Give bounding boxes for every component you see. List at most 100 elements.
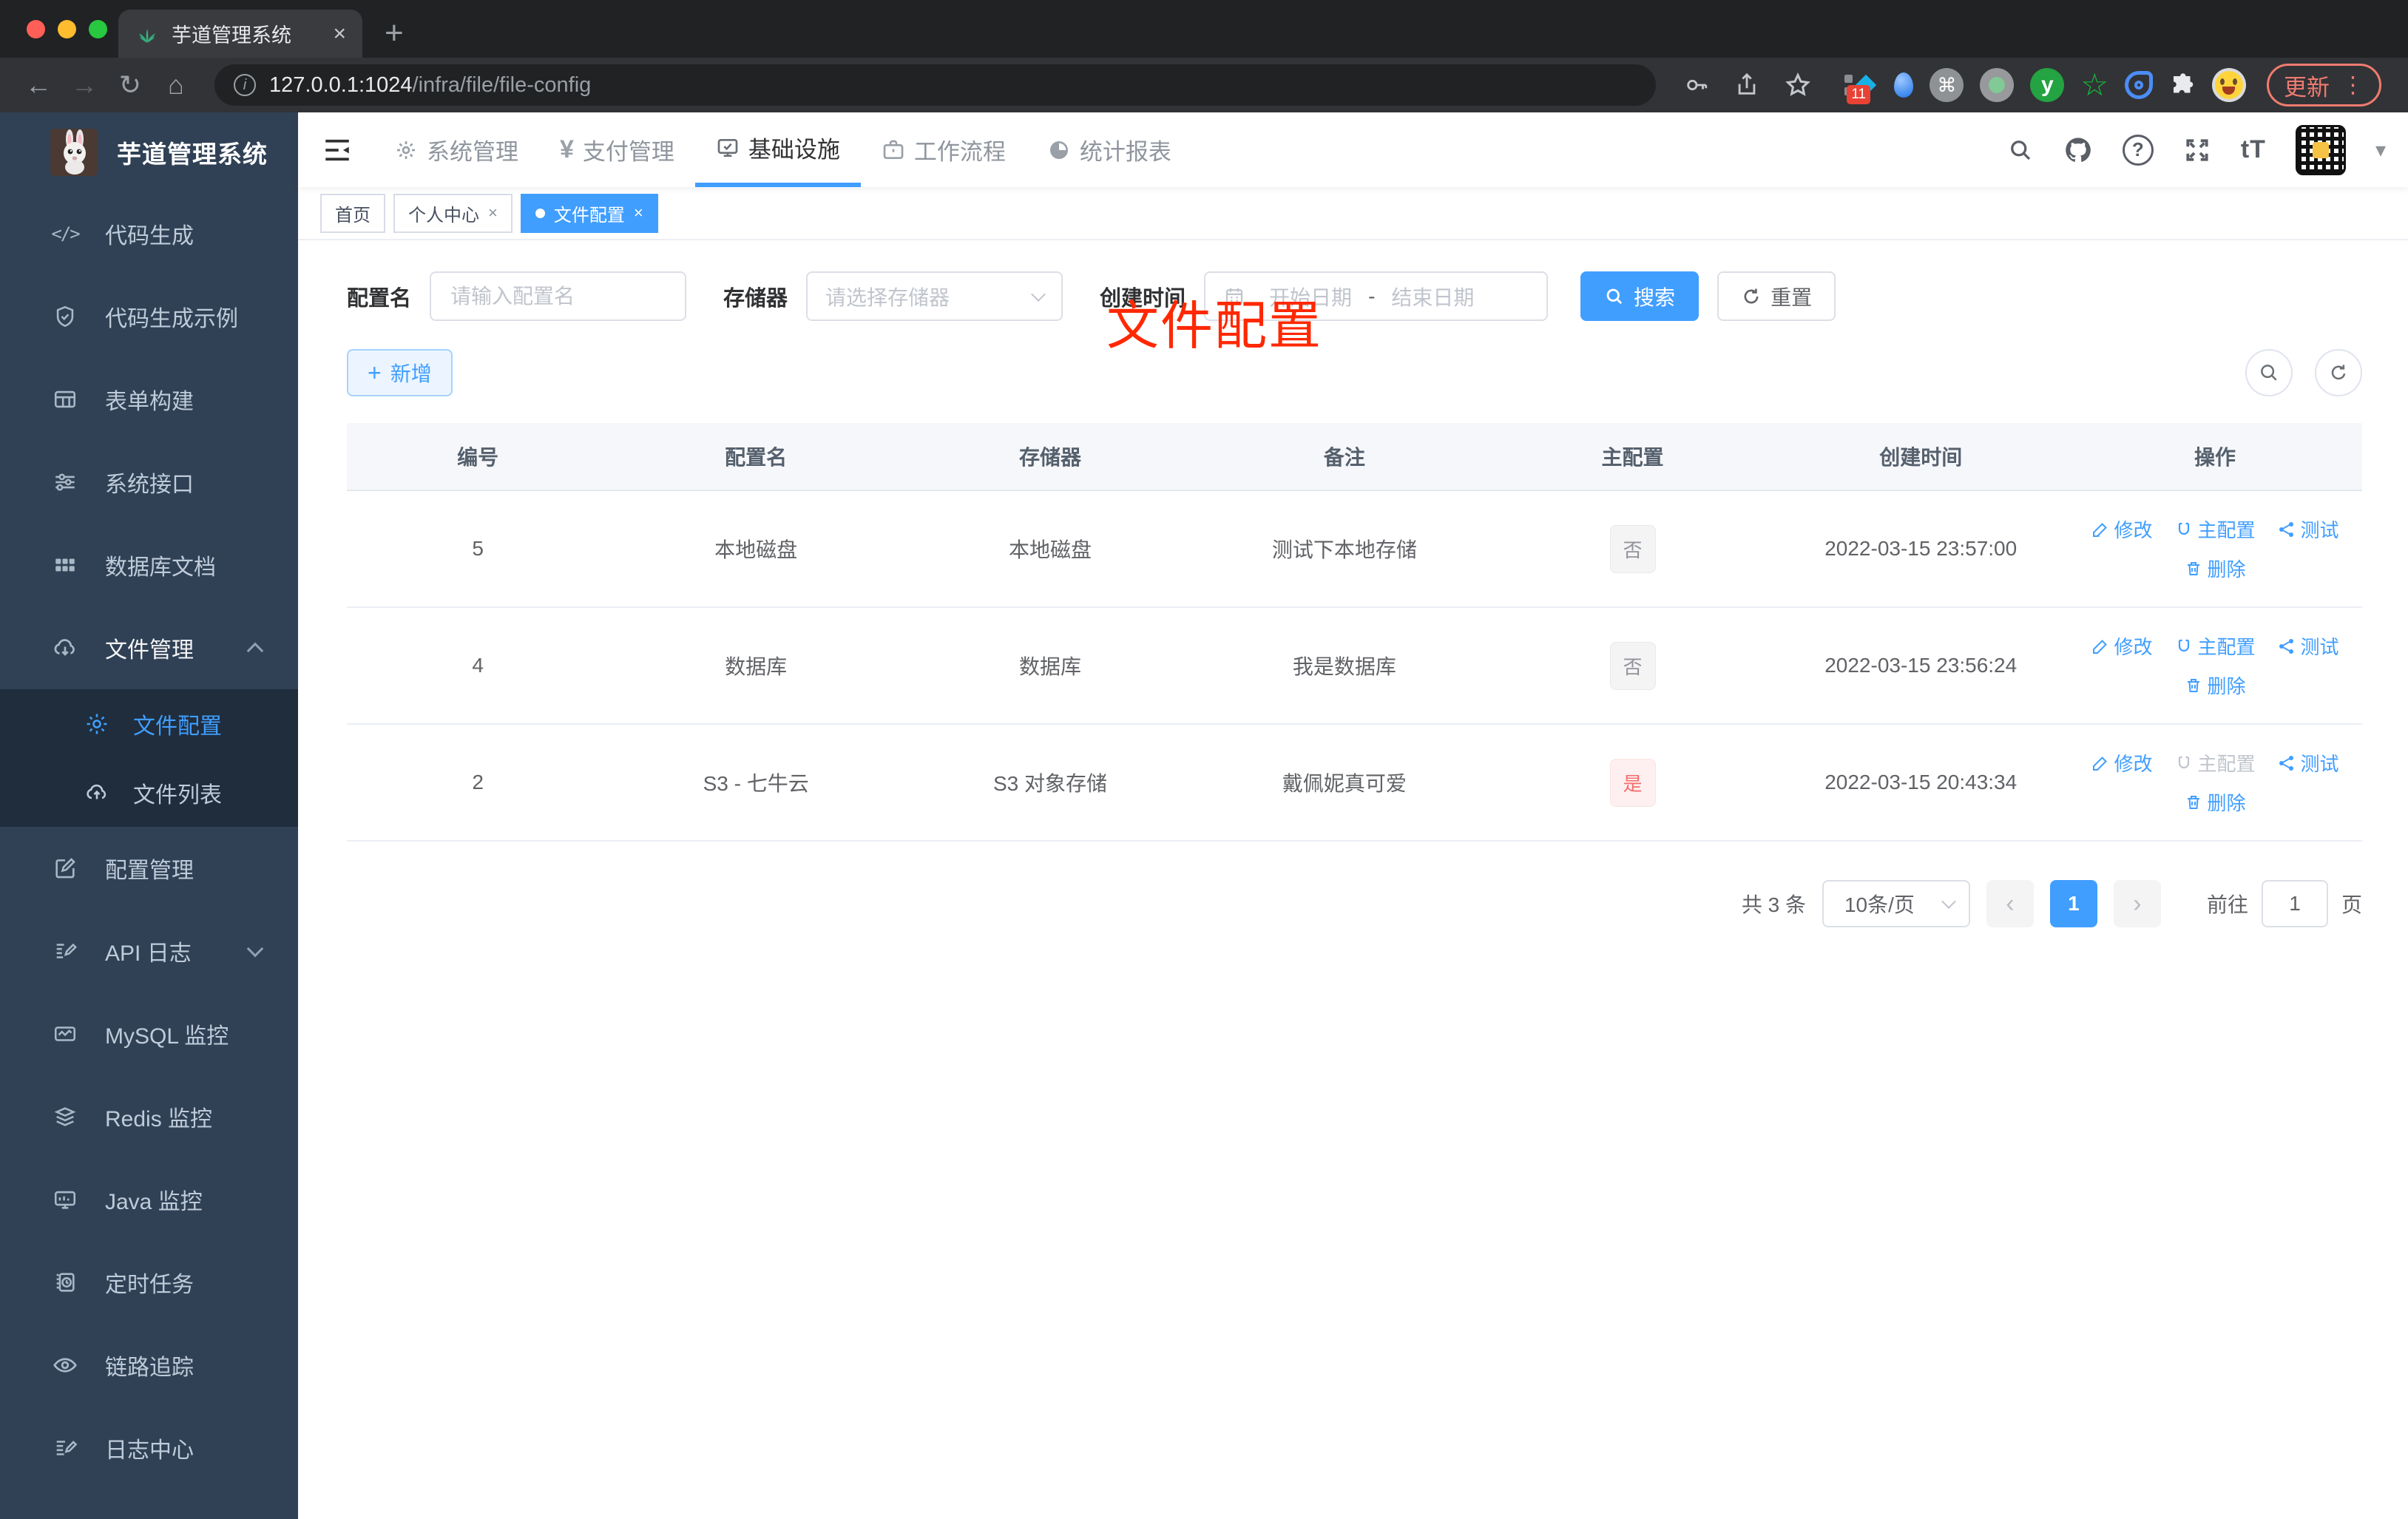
test-link[interactable]: 测试 [2278,749,2339,777]
edit-link[interactable]: 修改 [2091,632,2153,660]
sidebar-logo[interactable]: 芋道管理系统 [0,112,298,192]
site-info-icon[interactable]: i [234,74,256,96]
delete-link[interactable]: 删除 [2185,555,2246,582]
sidebar-item-file-config[interactable]: 文件配置 [0,689,298,758]
toggle-search-button[interactable] [2245,349,2293,396]
sidebar-item-code-gen[interactable]: </> 代码生成 [0,192,298,275]
browser-tab[interactable]: 芋道管理系统 × [118,10,362,58]
address-bar[interactable]: i 127.0.0.1:1024/infra/file/file-config [214,64,1657,106]
sidebar-item-code-demo[interactable]: 代码生成示例 [0,275,298,358]
back-icon[interactable]: ← [19,70,58,101]
delete-link[interactable]: 删除 [2185,788,2246,816]
time-filter-label: 创建时间 [1100,286,1186,311]
eye-extension-icon[interactable] [2125,71,2153,99]
macos-traffic-lights [27,19,107,38]
home-icon[interactable]: ⌂ [157,70,195,101]
fullscreen-icon[interactable] [2183,136,2211,164]
tab-close-icon[interactable]: × [333,21,346,47]
command-extension-icon[interactable]: ⌘ [1930,68,1964,102]
topnav-workflow[interactable]: 工作流程 [861,112,1027,187]
emoji-extension-icon[interactable] [2212,68,2246,102]
tag-home[interactable]: 首页 [320,193,385,233]
topnav-pay[interactable]: ¥ 支付管理 [539,112,695,187]
bookmark-star-icon[interactable] [1785,72,1811,98]
header-search-icon[interactable] [2007,137,2034,163]
chrome-update-button[interactable]: 更新 ⋮ [2267,64,2381,106]
date-range-picker[interactable]: 开始日期 - 结束日期 [1204,271,1549,321]
extensions-puzzle-icon[interactable] [2169,72,2196,98]
goto-unit-label: 页 [2341,893,2362,916]
name-filter-input[interactable] [430,271,687,321]
sidebar-item-file-manage[interactable]: 文件管理 [0,606,298,689]
forward-icon[interactable]: → [65,70,104,101]
password-key-icon[interactable] [1684,72,1709,98]
page-size-select[interactable]: 10条/页 [1822,880,1970,927]
help-icon[interactable]: ? [2122,134,2154,166]
github-icon[interactable] [2063,135,2093,165]
current-page-button[interactable]: 1 [2049,880,2097,927]
topnav-report[interactable]: 统计报表 [1027,112,1192,187]
y-extension-icon[interactable]: y [2030,68,2065,102]
prev-page-button[interactable]: ‹ [1986,880,2034,927]
search-button[interactable]: 搜索 [1580,271,1700,321]
sidebar-item-system-api[interactable]: 系统接口 [0,441,298,524]
document-edit-icon [50,936,80,966]
share-icon[interactable] [1734,72,1759,98]
reload-icon[interactable]: ↻ [111,70,149,101]
sidebar-item-config-manage[interactable]: 配置管理 [0,827,298,910]
help-glyph: ? [2131,138,2144,160]
recorder-extension-icon[interactable] [1980,68,2015,102]
master-link[interactable]: 主配置 [2175,632,2256,660]
new-tab-button[interactable]: + [385,15,404,52]
user-caret-icon[interactable]: ▾ [2375,138,2386,162]
topnav-infra[interactable]: 基础设施 [694,112,861,187]
master-badge: 否 [1609,641,1656,690]
font-size-icon[interactable]: tT [2241,135,2266,164]
reset-button[interactable]: 重置 [1717,271,1836,321]
table-header-row: 编号 配置名 存储器 备注 主配置 创建时间 操作 [347,423,2362,491]
sidebar-item-form-builder[interactable]: 表单构建 [0,358,298,441]
sidebar-item-scheduled-jobs[interactable]: 定时任务 [0,1241,298,1324]
tag-close-icon[interactable]: × [634,203,643,223]
tag-profile[interactable]: 个人中心 × [393,193,513,233]
sidebar-item-redis-monitor[interactable]: Redis 监控 [0,1075,298,1158]
edit-link[interactable]: 修改 [2091,749,2153,777]
sidebar-item-label: Redis 监控 [105,1107,213,1131]
sidebar-item-java-monitor[interactable]: Java 监控 [0,1158,298,1241]
chrome-menu-dots-icon[interactable]: ⋮ [2341,72,2364,98]
sidebar: 芋道管理系统 </> 代码生成 代码生成示例 表单构建 系统接口 数据库文档 文… [0,112,298,1519]
trash-icon [2187,795,2199,809]
pinned-extension-icon[interactable]: 11 [1839,66,1878,104]
pencil-icon [2092,756,2107,771]
minimize-window-button[interactable] [58,19,76,38]
edit-link[interactable]: 修改 [2091,515,2153,543]
refresh-table-button[interactable] [2315,349,2362,396]
master-badge: 是 [1609,758,1656,807]
sidebar-item-mysql-monitor[interactable]: MySQL 监控 [0,992,298,1075]
sidebar-item-log-center[interactable]: 日志中心 [0,1407,298,1489]
sidebar-item-tracing[interactable]: 链路追踪 [0,1324,298,1407]
tag-close-icon[interactable]: × [488,203,498,223]
tag-file-config[interactable]: 文件配置 × [520,193,658,233]
test-link[interactable]: 测试 [2278,632,2339,660]
test-link[interactable]: 测试 [2278,515,2339,543]
menu-fold-icon[interactable] [322,135,353,166]
sidebar-item-label: Java 监控 [105,1190,203,1214]
master-link[interactable]: 主配置 [2175,515,2256,543]
topnav-system[interactable]: 系统管理 [373,112,539,187]
zoom-window-button[interactable] [89,19,107,38]
next-page-button[interactable]: › [2113,880,2161,927]
storage-select[interactable]: 请选择存储器 [806,271,1063,321]
close-window-button[interactable] [27,19,45,38]
sidebar-item-api-log[interactable]: API 日志 [0,910,298,992]
layers-icon [50,1102,80,1131]
sidebar-item-db-doc[interactable]: 数据库文档 [0,524,298,606]
add-button[interactable]: + 新增 [347,349,453,396]
star-extension-icon[interactable]: ☆ [2080,70,2108,101]
balloon-extension-icon[interactable] [1894,72,1914,98]
sidebar-item-file-list[interactable]: 文件列表 [0,758,298,827]
delete-link[interactable]: 删除 [2185,671,2246,699]
goto-page-input[interactable] [2261,880,2328,927]
user-avatar-qr[interactable] [2295,124,2346,175]
chevron-up-icon [246,642,264,660]
